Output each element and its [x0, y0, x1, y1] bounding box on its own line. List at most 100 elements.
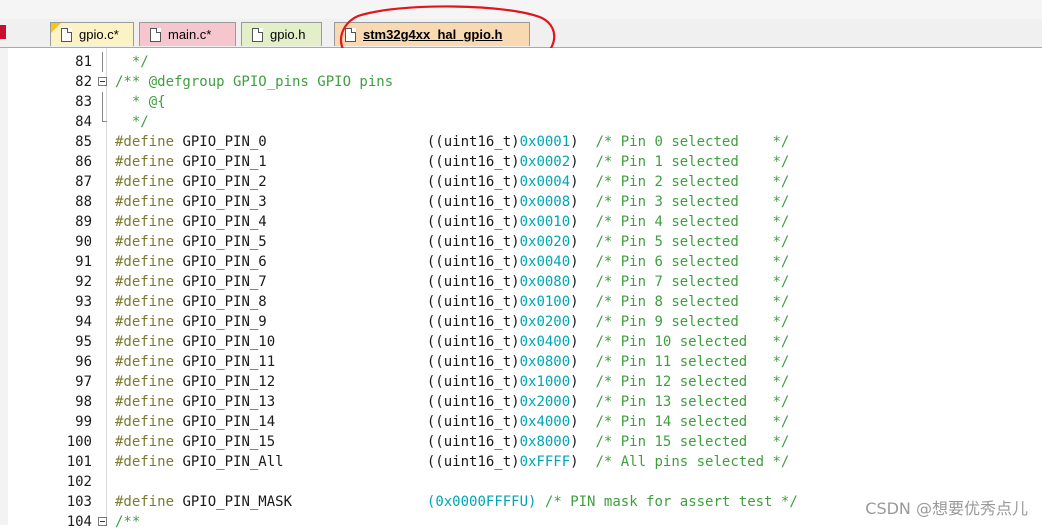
code-token: )	[570, 374, 596, 390]
code-line[interactable]: 88 #define GPIO_PIN_3 ((uint16_t)0x0008) …	[8, 192, 1028, 212]
code-token: (0x0000FFFFU)	[426, 494, 537, 510]
code-line[interactable]: 92 #define GPIO_PIN_7 ((uint16_t)0x0080) …	[8, 272, 1028, 292]
line-number: 98	[75, 394, 92, 410]
code-text: #define GPIO_PIN_0 ((uint16_t)0x0001) /*…	[115, 132, 789, 152]
code-line[interactable]: 99 #define GPIO_PIN_14 ((uint16_t)0x4000)…	[8, 412, 1028, 432]
code-line[interactable]: 96 #define GPIO_PIN_11 ((uint16_t)0x0800)…	[8, 352, 1028, 372]
code-token: GPIO_PIN_5 ((uint16_t)	[174, 234, 520, 250]
line-number: 83	[75, 94, 92, 110]
code-token: )	[570, 354, 596, 370]
code-token: 0x0002	[519, 154, 571, 170]
code-line[interactable]: 97 #define GPIO_PIN_12 ((uint16_t)0x1000)…	[8, 372, 1028, 392]
code-line[interactable]: 85 #define GPIO_PIN_0 ((uint16_t)0x0001) …	[8, 132, 1028, 152]
code-editor[interactable]: 81 */ 82 /** @defgroup GPIO_pins GPIO pins…	[0, 48, 1042, 530]
code-token: #define	[115, 294, 175, 310]
window-top-strip	[0, 0, 1042, 20]
code-text: #define GPIO_PIN_12 ((uint16_t)0x1000) /…	[115, 372, 789, 392]
line-number: 89	[75, 214, 92, 230]
code-line[interactable]: 95 #define GPIO_PIN_10 ((uint16_t)0x0400)…	[8, 332, 1028, 352]
code-token: )	[570, 154, 596, 170]
code-line[interactable]: 100 #define GPIO_PIN_15 ((uint16_t)0x8000…	[8, 432, 1028, 452]
code-line[interactable]: 93 #define GPIO_PIN_8 ((uint16_t)0x0100) …	[8, 292, 1028, 312]
code-line[interactable]: 101 #define GPIO_PIN_All ((uint16_t)0xFFF…	[8, 452, 1028, 472]
code-line[interactable]: 102	[8, 472, 1028, 492]
fold-toggle-icon[interactable]	[98, 77, 107, 86]
code-line[interactable]: 98 #define GPIO_PIN_13 ((uint16_t)0x2000)…	[8, 392, 1028, 412]
tab-gpio-h[interactable]: gpio.h	[241, 22, 322, 46]
code-token: /* Pin 3 selected */	[595, 194, 790, 210]
code-token: )	[570, 234, 596, 250]
code-token: GPIO_PIN_10 ((uint16_t)	[174, 334, 520, 350]
code-token: )	[570, 314, 596, 330]
file-icon	[150, 27, 161, 42]
code-token: GPIO_PIN_8 ((uint16_t)	[174, 294, 520, 310]
tab-main-c[interactable]: main.c*	[139, 22, 236, 46]
code-token: /* Pin 15 selected */	[595, 434, 790, 450]
code-token: * @{	[115, 94, 166, 110]
tab-label: stm32g4xx_hal_gpio.h	[363, 27, 503, 42]
modified-indicator-icon	[51, 23, 61, 33]
code-token: #define	[115, 174, 175, 190]
code-text: #define GPIO_PIN_MASK (0x0000FFFFU) /* P…	[115, 492, 798, 512]
code-text: * @{	[115, 92, 166, 112]
code-text: #define GPIO_PIN_11 ((uint16_t)0x0800) /…	[115, 352, 789, 372]
code-token: 0x0100	[519, 294, 571, 310]
code-token: )	[570, 214, 596, 230]
code-token: /* Pin 6 selected */	[595, 254, 790, 270]
code-line[interactable]: 94 #define GPIO_PIN_9 ((uint16_t)0x0200) …	[8, 312, 1028, 332]
code-token: )	[570, 434, 596, 450]
code-token: GPIO_PIN_2 ((uint16_t)	[174, 174, 520, 190]
line-number: 90	[75, 234, 92, 250]
code-token: #define	[115, 134, 175, 150]
code-token: GPIO_PIN_7 ((uint16_t)	[174, 274, 520, 290]
code-token: 0x0800	[519, 354, 571, 370]
code-line[interactable]: 84 */	[8, 112, 1028, 132]
tab-bar-left-marker	[0, 25, 6, 39]
code-line[interactable]: 91 #define GPIO_PIN_6 ((uint16_t)0x0040) …	[8, 252, 1028, 272]
watermark: CSDN @想要优秀点儿	[865, 499, 1028, 518]
tab-stm32g4xx-hal-gpio-h[interactable]: stm32g4xx_hal_gpio.h	[334, 22, 530, 46]
code-text: #define GPIO_PIN_5 ((uint16_t)0x0020) /*…	[115, 232, 789, 252]
code-line[interactable]: 86 #define GPIO_PIN_1 ((uint16_t)0x0002) …	[8, 152, 1028, 172]
tab-gpio-c[interactable]: gpio.c*	[50, 22, 134, 46]
code-token: */	[115, 114, 149, 130]
code-token: /* Pin 7 selected */	[595, 274, 790, 290]
code-token: #define	[115, 394, 175, 410]
code-token: #define	[115, 494, 175, 510]
code-line[interactable]: 87 #define GPIO_PIN_2 ((uint16_t)0x0004) …	[8, 172, 1028, 192]
code-line[interactable]: 83 * @{	[8, 92, 1028, 112]
code-text: #define GPIO_PIN_9 ((uint16_t)0x0200) /*…	[115, 312, 789, 332]
code-token: )	[570, 294, 596, 310]
code-token: GPIO_PIN_3 ((uint16_t)	[174, 194, 520, 210]
code-token: )	[570, 394, 596, 410]
code-text: #define GPIO_PIN_6 ((uint16_t)0x0040) /*…	[115, 252, 789, 272]
line-number: 84	[75, 114, 92, 130]
code-token: /* Pin 1 selected */	[595, 154, 790, 170]
code-token: )	[570, 194, 596, 210]
code-text: #define GPIO_PIN_10 ((uint16_t)0x0400) /…	[115, 332, 789, 352]
code-line[interactable]: 82 /** @defgroup GPIO_pins GPIO pins	[8, 72, 1028, 92]
code-token: )	[570, 414, 596, 430]
code-text: #define GPIO_PIN_4 ((uint16_t)0x0010) /*…	[115, 212, 789, 232]
code-line[interactable]: 81 */	[8, 52, 1028, 72]
code-token: */	[115, 54, 149, 70]
code-token: )	[570, 274, 596, 290]
code-token: /* Pin 5 selected */	[595, 234, 790, 250]
code-token: #define	[115, 354, 175, 370]
code-line[interactable]: 89 #define GPIO_PIN_4 ((uint16_t)0x0010) …	[8, 212, 1028, 232]
code-line[interactable]: 90 #define GPIO_PIN_5 ((uint16_t)0x0020) …	[8, 232, 1028, 252]
code-token: 0x0010	[519, 214, 571, 230]
line-number: 87	[75, 174, 92, 190]
code-token: 0x0004	[519, 174, 571, 190]
code-token: GPIO_PIN_MASK	[174, 494, 427, 510]
code-token: /* Pin 13 selected */	[595, 394, 790, 410]
line-number: 91	[75, 254, 92, 270]
file-icon	[252, 27, 263, 42]
code-token: /** @defgroup GPIO_pins GPIO pins	[115, 74, 394, 90]
file-icon	[345, 27, 356, 42]
code-token: )	[570, 454, 596, 470]
code-token: GPIO_PIN_All ((uint16_t)	[174, 454, 520, 470]
code-token: 0x2000	[519, 394, 571, 410]
line-number: 101	[66, 454, 92, 470]
